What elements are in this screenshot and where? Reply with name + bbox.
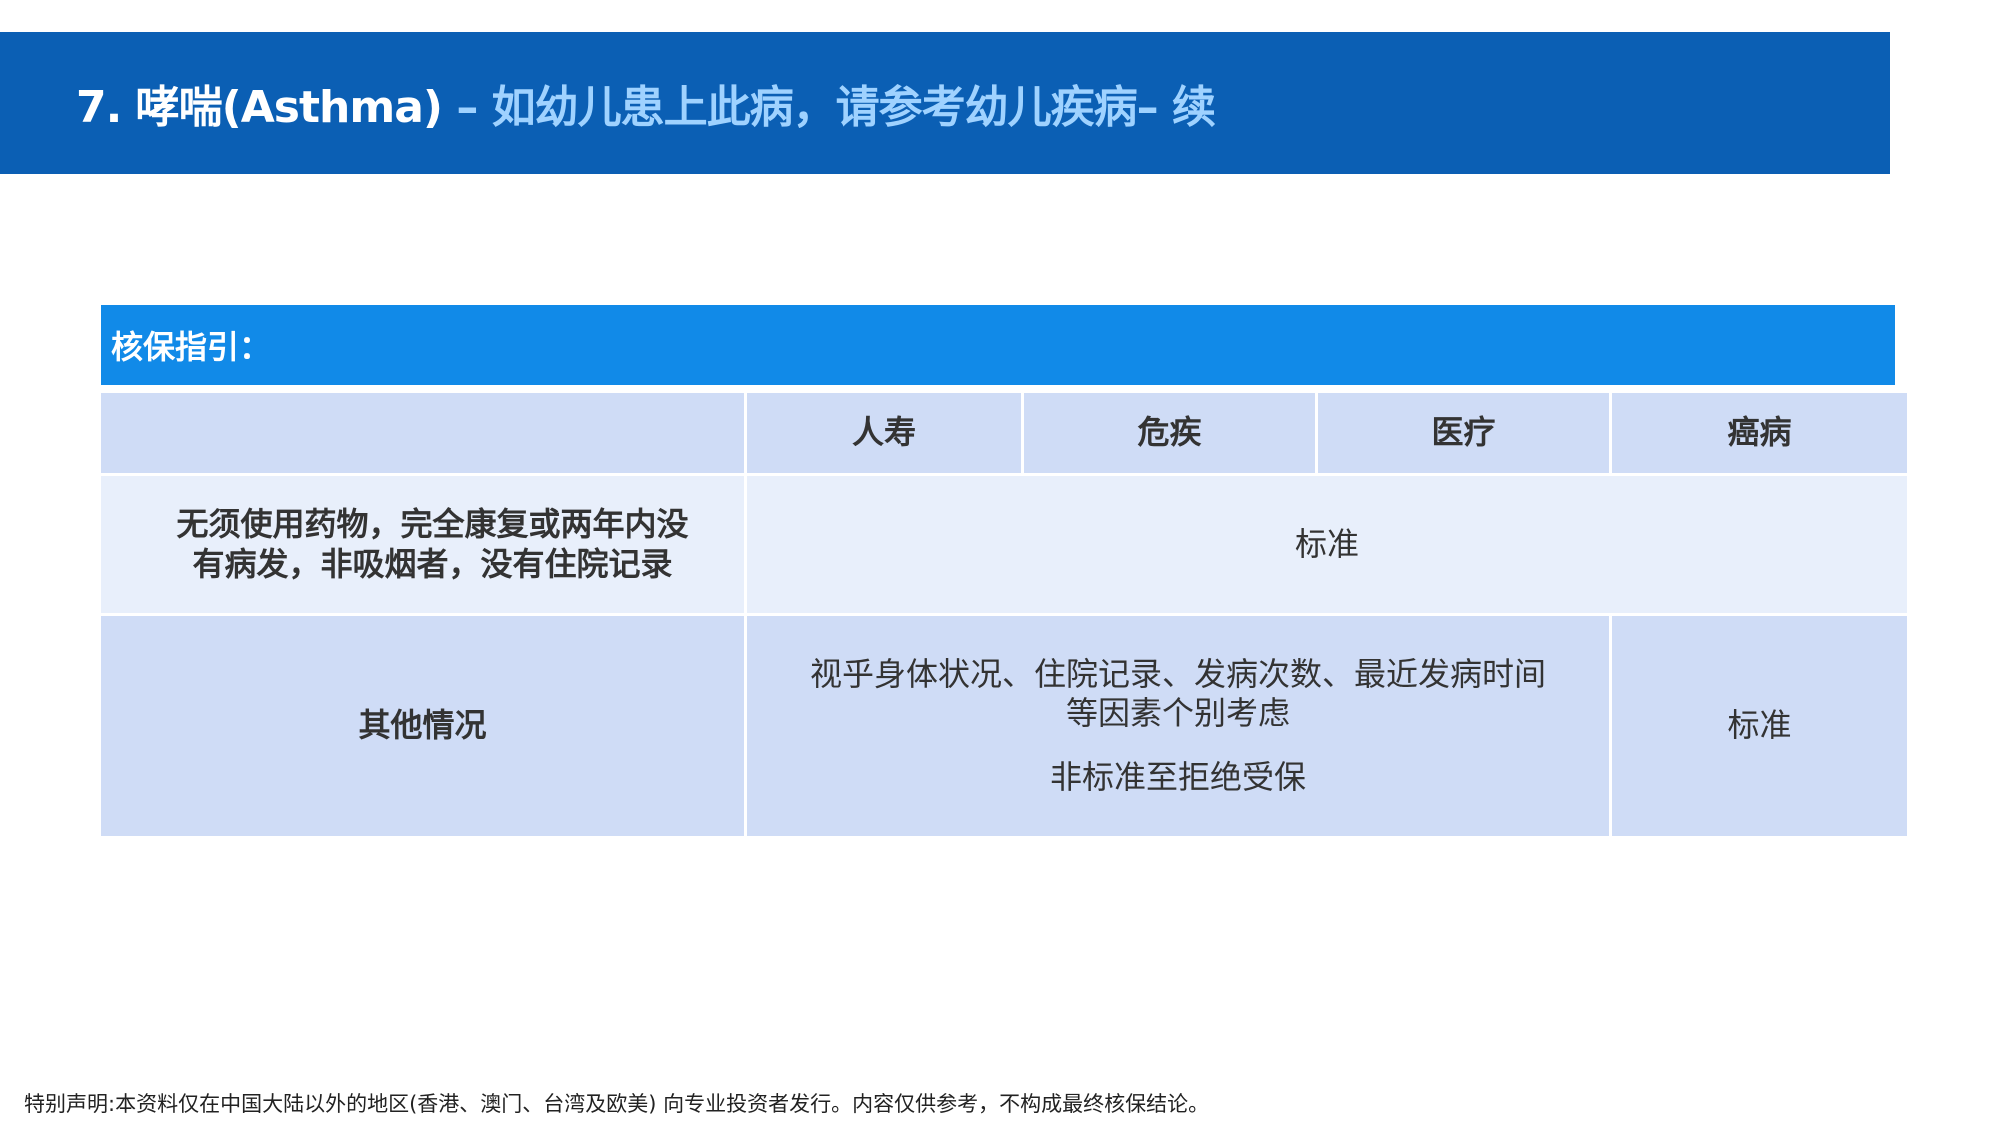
title-prefix: 7. 哮喘(Asthma): [76, 82, 443, 133]
underwriting-guide-header: 核保指引：: [101, 305, 1895, 385]
title-accent: – 如幼儿患上此病，请参考幼儿疾病– 续: [442, 82, 1216, 133]
row-label-recovered-line2: 有病发，非吸烟者，没有住院记录: [192, 544, 673, 583]
row-label-other: 其他情况: [101, 616, 744, 836]
column-header-cancer: 癌病: [1612, 393, 1907, 473]
row-label-recovered: 无须使用药物，完全康复或两年内没 有病发，非吸烟者，没有住院记录: [101, 476, 744, 613]
row-value-other: 视乎身体状况、住院记录、发病次数、最近发病时间 等因素个别考虑 非标准至拒绝受保: [747, 616, 1609, 836]
row-value-recovered: 标准: [747, 476, 1907, 613]
row-value-other-cancer: 标准: [1612, 616, 1907, 836]
title-bar: 7. 哮喘(Asthma) – 如幼儿患上此病，请参考幼儿疾病– 续: [0, 32, 1890, 174]
row-value-other-line2: 等因素个别考虑: [1065, 694, 1290, 733]
column-header-critical-illness: 危疾: [1024, 393, 1315, 473]
column-header-blank: [101, 393, 744, 473]
page-title: 7. 哮喘(Asthma) – 如幼儿患上此病，请参考幼儿疾病– 续: [76, 71, 1216, 135]
row-value-other-note: 非标准至拒绝受保: [1049, 757, 1306, 796]
column-header-medical: 医疗: [1318, 393, 1609, 473]
column-header-life: 人寿: [747, 393, 1021, 473]
disclaimer: 特别声明:本资料仅在中国大陆以外的地区(香港、澳门、台湾及欧美) 向专业投资者发…: [24, 1092, 1210, 1116]
row-value-other-line1: 视乎身体状况、住院记录、发病次数、最近发病时间: [809, 655, 1546, 694]
row-label-recovered-line1: 无须使用药物，完全康复或两年内没: [176, 505, 689, 544]
underwriting-table: 人寿 危疾 医疗 癌病 无须使用药物，完全康复或两年内没 有病发，非吸烟者，没有…: [101, 393, 1907, 836]
underwriting-guide-title: 核保指引：: [111, 328, 272, 366]
